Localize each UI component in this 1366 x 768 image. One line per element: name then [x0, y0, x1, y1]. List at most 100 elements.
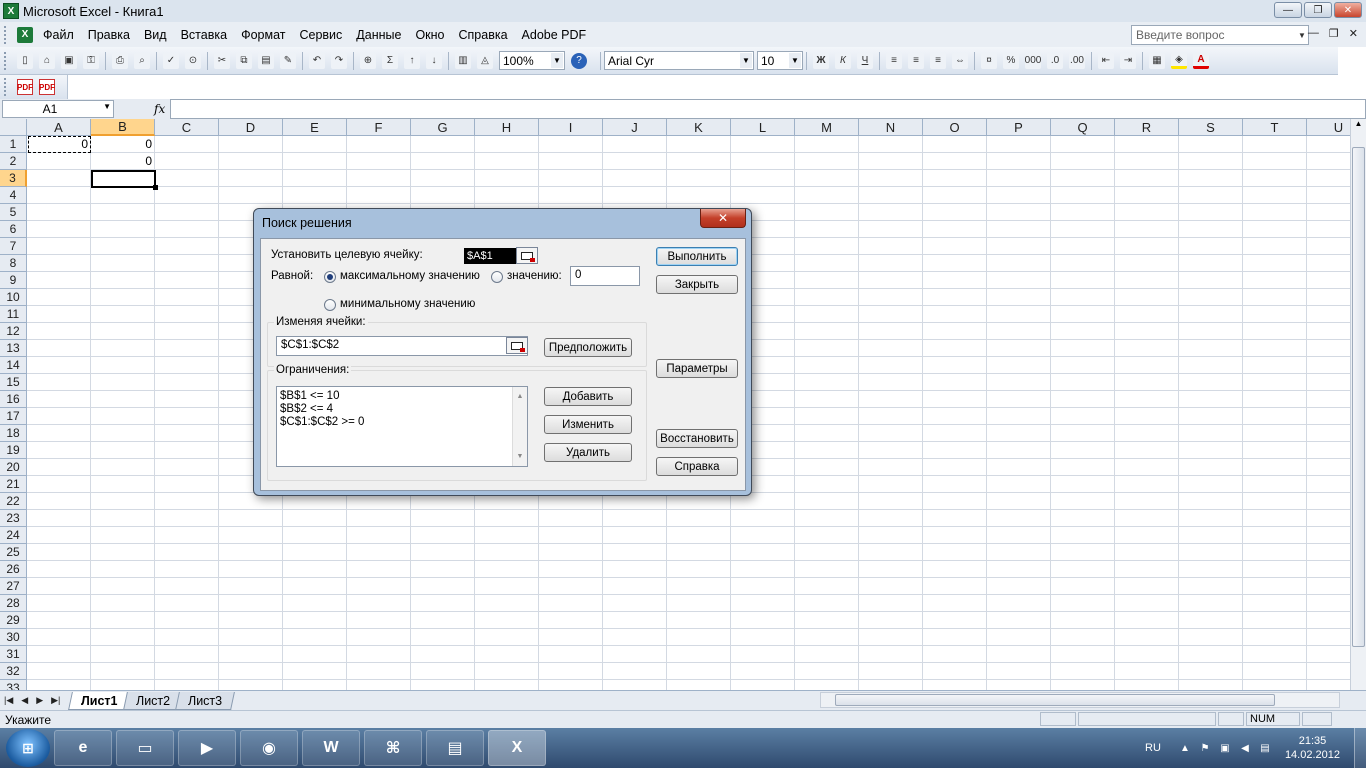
row-header-4[interactable]: 4: [0, 187, 27, 204]
winrar-icon[interactable]: ▤: [426, 730, 484, 766]
row-header-27[interactable]: 27: [0, 578, 27, 595]
column-header-s[interactable]: S: [1179, 119, 1243, 136]
last-sheet-icon[interactable]: ▶|: [47, 695, 64, 706]
max-radio[interactable]: [324, 271, 336, 283]
column-header-f[interactable]: F: [347, 119, 411, 136]
menu-adobe-pdf[interactable]: Adobe PDF: [515, 28, 594, 42]
font-select[interactable]: Arial Cyr ▼: [604, 51, 754, 70]
bold-icon[interactable]: Ж: [813, 52, 829, 69]
new-icon[interactable]: ▯: [17, 52, 33, 69]
workbook-icon[interactable]: X: [17, 26, 33, 43]
align-center-icon[interactable]: ≡: [908, 52, 924, 69]
row-header-18[interactable]: 18: [0, 425, 27, 442]
row-header-8[interactable]: 8: [0, 255, 27, 272]
row-header-14[interactable]: 14: [0, 357, 27, 374]
network-icon[interactable]: ▣: [1218, 741, 1232, 755]
sheet-tab-2[interactable]: Лист2: [122, 691, 183, 710]
help-button[interactable]: Справка: [656, 457, 738, 476]
clock[interactable]: 21:35 14.02.2012: [1285, 734, 1340, 762]
cell-b2[interactable]: 0: [92, 153, 155, 170]
merge-center-icon[interactable]: ⇔: [952, 52, 968, 69]
word-icon[interactable]: W: [302, 730, 360, 766]
paste-icon[interactable]: ▤: [258, 52, 274, 69]
row-header-28[interactable]: 28: [0, 595, 27, 612]
max-radio-label[interactable]: максимальному значению: [340, 270, 480, 282]
menu-format[interactable]: Формат: [234, 28, 292, 42]
next-sheet-icon[interactable]: ▶: [32, 695, 47, 706]
column-header-g[interactable]: G: [411, 119, 475, 136]
acrobat-icon[interactable]: ⌘: [364, 730, 422, 766]
vertical-scrollbar[interactable]: ▲: [1350, 119, 1366, 690]
row-header-26[interactable]: 26: [0, 561, 27, 578]
show-desktop-button[interactable]: [1354, 728, 1366, 768]
column-header-e[interactable]: E: [283, 119, 347, 136]
toolbar-grip[interactable]: [4, 78, 10, 96]
scroll-up-icon[interactable]: ▲: [517, 390, 524, 403]
borders-icon[interactable]: ▦: [1149, 52, 1165, 69]
column-header-o[interactable]: O: [923, 119, 987, 136]
minimize-button[interactable]: —: [1274, 2, 1302, 18]
convert-to-pdf-icon[interactable]: PDF: [17, 79, 33, 95]
show-hidden-icons-icon[interactable]: ▲: [1178, 741, 1192, 755]
file-explorer-icon[interactable]: ▭: [116, 730, 174, 766]
row-header-31[interactable]: 31: [0, 646, 27, 663]
row-header-13[interactable]: 13: [0, 340, 27, 357]
column-header-a[interactable]: A: [27, 119, 91, 136]
value-radio-label[interactable]: значению:: [507, 270, 562, 282]
hyperlink-icon[interactable]: ⊕: [360, 52, 376, 69]
increase-decimal-icon[interactable]: .0: [1047, 52, 1063, 69]
column-header-p[interactable]: P: [987, 119, 1051, 136]
help-icon[interactable]: ?: [571, 52, 587, 69]
decrease-indent-icon[interactable]: ⇤: [1098, 52, 1114, 69]
italic-icon[interactable]: К: [835, 52, 851, 69]
permission-icon[interactable]: ⚿: [83, 52, 99, 69]
column-header-u[interactable]: U: [1307, 119, 1350, 136]
doc-minimize-button[interactable]: —: [1308, 27, 1319, 40]
media-player-icon[interactable]: ▶: [178, 730, 236, 766]
row-header-10[interactable]: 10: [0, 289, 27, 306]
prev-sheet-icon[interactable]: ◀: [17, 695, 32, 706]
first-sheet-icon[interactable]: |◀: [0, 695, 17, 706]
row-header-3[interactable]: 3: [0, 170, 27, 187]
column-header-j[interactable]: J: [603, 119, 667, 136]
row-header-17[interactable]: 17: [0, 408, 27, 425]
format-painter-icon[interactable]: ✎: [280, 52, 296, 69]
volume-icon[interactable]: ◀: [1238, 741, 1252, 755]
column-header-n[interactable]: N: [859, 119, 923, 136]
constraints-list[interactable]: $B$1 <= 10 $B$2 <= 4 $C$1:$C$2 >= 0 ▲ ▼: [276, 386, 528, 467]
select-all-button[interactable]: [0, 119, 27, 136]
column-header-r[interactable]: R: [1115, 119, 1179, 136]
firefox-icon[interactable]: ◉: [240, 730, 298, 766]
list-scrollbar[interactable]: ▲ ▼: [512, 387, 527, 466]
horizontal-scroll-thumb[interactable]: [835, 694, 1275, 706]
chevron-down-icon[interactable]: ▼: [740, 53, 752, 68]
column-header-b[interactable]: B: [91, 119, 155, 136]
toolbar-grip[interactable]: [4, 25, 10, 44]
row-header-22[interactable]: 22: [0, 493, 27, 510]
cell-b1[interactable]: 0: [92, 136, 155, 153]
chevron-down-icon[interactable]: ▼: [789, 53, 801, 68]
print-preview-icon[interactable]: ⌕: [134, 52, 150, 69]
column-header-h[interactable]: H: [475, 119, 539, 136]
doc-restore-button[interactable]: ❐: [1329, 27, 1339, 40]
change-constraint-button[interactable]: Изменить: [544, 415, 632, 434]
research-icon[interactable]: ⊙: [185, 52, 201, 69]
align-left-icon[interactable]: ≡: [886, 52, 902, 69]
value-input[interactable]: 0: [570, 266, 640, 286]
open-icon[interactable]: ⌂: [39, 52, 55, 69]
sheet-tab-1[interactable]: Лист1: [68, 691, 131, 710]
menu-data[interactable]: Данные: [349, 28, 408, 42]
menu-window[interactable]: Окно: [408, 28, 451, 42]
row-header-19[interactable]: 19: [0, 442, 27, 459]
language-indicator[interactable]: RU: [1145, 742, 1161, 754]
row-header-11[interactable]: 11: [0, 306, 27, 323]
underline-icon[interactable]: Ч: [857, 52, 873, 69]
value-radio[interactable]: [491, 271, 503, 283]
row-header-32[interactable]: 32: [0, 663, 27, 680]
collapse-dialog-icon[interactable]: [506, 337, 528, 354]
ask-question-input[interactable]: Введите вопрос: [1131, 25, 1309, 45]
row-header-23[interactable]: 23: [0, 510, 27, 527]
copy-icon[interactable]: ⧉: [236, 52, 252, 69]
currency-icon[interactable]: ¤: [981, 52, 997, 69]
solve-button[interactable]: Выполнить: [656, 247, 738, 266]
